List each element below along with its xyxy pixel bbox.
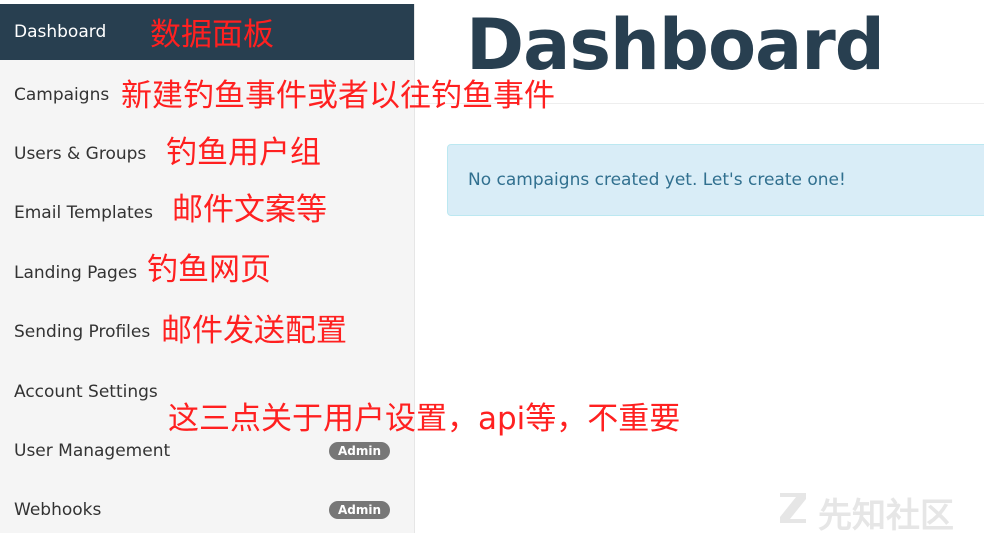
annotation-settings: 这三点关于用户设置，api等，不重要 bbox=[168, 401, 681, 437]
annotation-dashboard: 数据面板 bbox=[150, 17, 274, 53]
alert-text: No campaigns created yet. Let's create o… bbox=[468, 170, 846, 190]
page-title: Dashboard bbox=[466, 4, 885, 86]
no-campaigns-alert: No campaigns created yet. Let's create o… bbox=[447, 144, 984, 216]
annotation-users-groups: 钓鱼用户组 bbox=[166, 135, 321, 171]
sidebar-item-label: Webhooks bbox=[14, 500, 102, 520]
sidebar-item-webhooks[interactable]: Webhooks Admin bbox=[0, 482, 414, 533]
watermark: 先知社区 bbox=[776, 488, 954, 533]
xianzhi-logo-icon bbox=[776, 491, 810, 533]
annotation-sending-profiles: 邮件发送配置 bbox=[161, 313, 347, 349]
sidebar-item-label: Users & Groups bbox=[14, 144, 147, 164]
annotation-email-templates: 邮件文案等 bbox=[172, 192, 327, 228]
annotation-campaigns: 新建钓鱼事件或者以往钓鱼事件 bbox=[121, 78, 555, 114]
admin-badge: Admin bbox=[328, 442, 390, 460]
sidebar-item-label: Landing Pages bbox=[14, 263, 138, 283]
sidebar-item-label: Campaigns bbox=[14, 85, 110, 105]
sidebar-item-label: Email Templates bbox=[14, 203, 153, 223]
screenshot-root: Dashboard Campaigns Users & Groups Email… bbox=[0, 0, 984, 533]
admin-badge: Admin bbox=[328, 501, 390, 519]
sidebar-item-label: User Management bbox=[14, 441, 171, 461]
watermark-text: 先知社区 bbox=[818, 496, 954, 533]
annotation-landing-pages: 钓鱼网页 bbox=[147, 252, 271, 288]
sidebar-item-label: Account Settings bbox=[14, 382, 158, 402]
sidebar-item-label: Dashboard bbox=[14, 22, 107, 42]
sidebar-item-label: Sending Profiles bbox=[14, 322, 151, 342]
